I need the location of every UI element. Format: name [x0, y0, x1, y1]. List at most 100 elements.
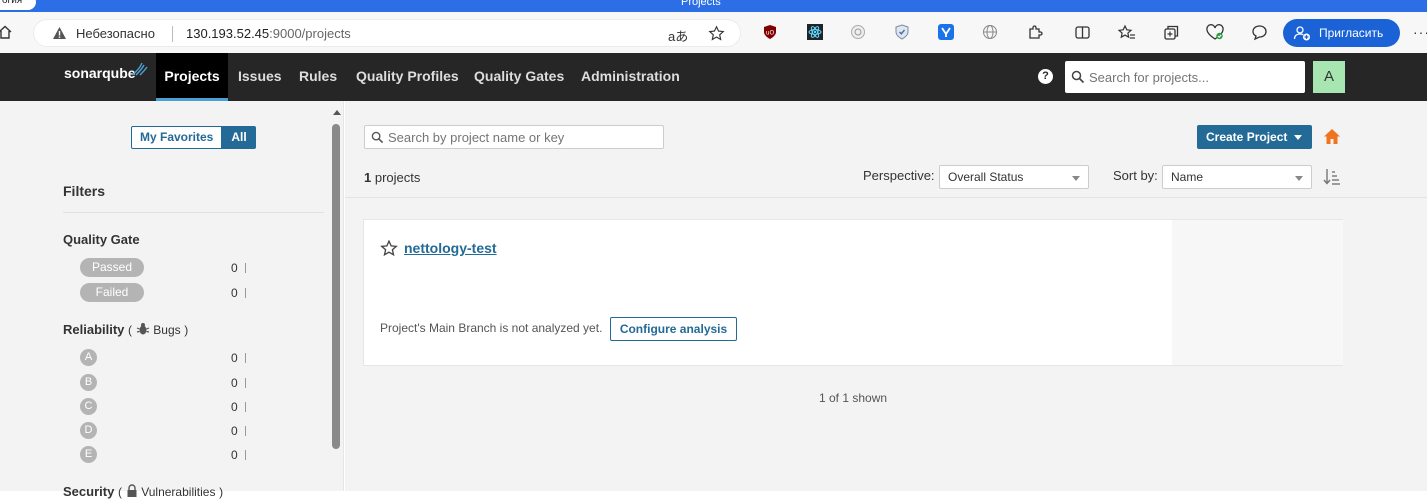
favorites-list-icon[interactable]: [1116, 21, 1138, 43]
facet-bar: [245, 426, 246, 436]
project-search-input[interactable]: [388, 126, 658, 148]
reliability-paren-open: (: [128, 323, 133, 337]
reliability-rating-b[interactable]: B: [80, 374, 97, 391]
quality-gate-passed[interactable]: Passed: [80, 258, 144, 277]
favorite-star-icon[interactable]: [708, 25, 725, 42]
project-card: nettology-test Project's Main Branch is …: [363, 219, 1343, 366]
facet-bar: [245, 263, 246, 273]
sort-direction-icon[interactable]: [1323, 167, 1341, 186]
split-screen-icon[interactable]: [1071, 21, 1093, 43]
facet-bar: [245, 402, 246, 412]
project-count: 1 projects: [364, 170, 420, 185]
quality-gate-failed-count: 0: [231, 286, 238, 300]
reliability-metric: Bugs: [153, 323, 181, 337]
reliability-rating-c[interactable]: C: [80, 398, 97, 415]
reliability-title: Reliability: [63, 322, 125, 337]
url-path: :9000/projects: [269, 26, 351, 41]
create-project-label: Create Project: [1206, 130, 1288, 144]
nav-quality-gates[interactable]: Quality Gates: [474, 53, 564, 101]
url-text[interactable]: 130.193.52.45:9000/projects: [186, 26, 351, 41]
sonarqube-logo[interactable]: sonarqube: [64, 62, 148, 81]
react-devtools-icon[interactable]: [804, 21, 826, 43]
nav-administration[interactable]: Administration: [581, 53, 680, 101]
perspective-value: Overall Status: [948, 170, 1024, 184]
facet-bar: [245, 378, 246, 388]
sort-select[interactable]: Name: [1162, 165, 1312, 189]
url-host: 130.193.52.45: [186, 26, 270, 41]
reliability-rating-a[interactable]: A: [80, 349, 97, 366]
ublock-extension-icon[interactable]: uO: [759, 21, 781, 43]
globe-extension-icon[interactable]: [979, 21, 1001, 43]
browser-tab[interactable]: огия: [0, 0, 36, 10]
filters-divider: [63, 212, 324, 213]
top-navigation: sonarqube Projects Issues Rules Quality …: [0, 53, 1427, 101]
nav-issues[interactable]: Issues: [238, 53, 282, 101]
nav-rules[interactable]: Rules: [299, 53, 337, 101]
reliability-paren-close: ): [184, 323, 189, 337]
facet-bar: [245, 288, 246, 298]
collections-icon[interactable]: [1160, 21, 1182, 43]
sort-label: Sort by:: [1113, 168, 1158, 183]
browser-toolbar: Небезопасно 130.193.52.45:9000/projects …: [0, 12, 1427, 53]
browser-essentials-icon[interactable]: [1204, 21, 1226, 43]
shield-extension-icon[interactable]: [891, 21, 913, 43]
reliability-rating-d[interactable]: D: [80, 422, 97, 439]
global-search-box[interactable]: [1065, 61, 1305, 93]
nav-projects[interactable]: Projects: [156, 53, 228, 101]
browser-title-bar: огия Projects: [0, 0, 1427, 12]
favorite-star-icon[interactable]: [380, 240, 398, 257]
warning-icon[interactable]: [52, 26, 67, 40]
project-name-link[interactable]: nettology-test: [404, 240, 497, 256]
add-user-icon: [1293, 25, 1311, 41]
project-count-suffix: projects: [371, 170, 421, 185]
nav-quality-profiles[interactable]: Quality Profiles: [356, 53, 459, 101]
logo-waves-icon: [131, 62, 148, 76]
reliability-heading: Reliability ( Bugs ): [63, 322, 188, 337]
configure-analysis-button[interactable]: Configure analysis: [610, 317, 737, 341]
reliability-e-count: 0: [231, 448, 238, 462]
global-search-input[interactable]: [1089, 61, 1299, 93]
project-search-box[interactable]: [364, 125, 664, 149]
home-browser-icon[interactable]: [0, 21, 16, 43]
sort-value: Name: [1171, 170, 1204, 184]
reliability-a-count: 0: [231, 351, 238, 365]
security-paren-close: ): [219, 485, 224, 499]
create-project-button[interactable]: Create Project: [1197, 125, 1312, 149]
translate-extension-icon[interactable]: [935, 21, 957, 43]
address-bar[interactable]: Небезопасно 130.193.52.45:9000/projects …: [33, 19, 741, 47]
extension-circle-icon[interactable]: [847, 21, 869, 43]
shown-count: 1 of 1 shown: [819, 391, 888, 405]
security-metric: Vulnerabilities: [141, 485, 216, 499]
feedback-chat-icon[interactable]: [1248, 21, 1270, 43]
reliability-rating-e[interactable]: E: [80, 446, 97, 463]
scroll-up-arrow-icon[interactable]: [333, 110, 341, 115]
invite-label: Пригласить: [1319, 26, 1384, 40]
chevron-down-icon: [1295, 176, 1303, 181]
invite-button[interactable]: Пригласить: [1283, 19, 1400, 47]
favorites-toggle: My Favorites All: [131, 126, 256, 149]
help-icon[interactable]: ?: [1038, 69, 1053, 84]
my-favorites-button[interactable]: My Favorites: [131, 126, 223, 149]
svg-text:uO: uO: [766, 30, 775, 37]
quality-gate-failed[interactable]: Failed: [80, 283, 144, 302]
insecure-label[interactable]: Небезопасно: [76, 26, 155, 41]
search-icon: [1071, 70, 1085, 84]
quality-gate-passed-count: 0: [231, 261, 238, 275]
more-options-icon[interactable]: ···: [1413, 24, 1427, 40]
user-avatar[interactable]: A: [1313, 61, 1345, 93]
window-title: Projects: [681, 0, 721, 8]
home-icon[interactable]: [1323, 128, 1341, 145]
scrollbar-thumb[interactable]: [332, 124, 340, 449]
sidebar-scrollbar[interactable]: [329, 106, 343, 491]
filters-heading: Filters: [63, 183, 106, 199]
reliability-b-count: 0: [231, 376, 238, 390]
address-separator: [172, 26, 173, 42]
perspective-select[interactable]: Overall Status: [939, 165, 1089, 189]
security-title: Security: [63, 484, 115, 499]
extensions-puzzle-icon[interactable]: [1024, 21, 1046, 43]
perspective-label: Perspective:: [863, 168, 935, 183]
read-aloud-icon[interactable]: aあ: [668, 26, 688, 45]
lock-icon: [126, 484, 138, 498]
project-status-text: Project's Main Branch is not analyzed ye…: [380, 321, 603, 335]
all-projects-button[interactable]: All: [222, 126, 256, 149]
